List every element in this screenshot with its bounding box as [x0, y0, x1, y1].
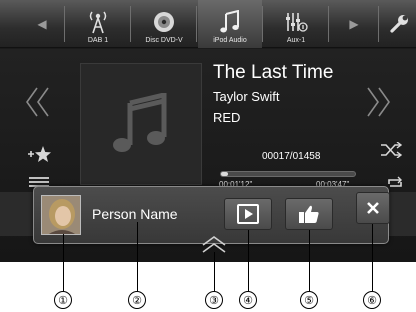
scroll-left-button[interactable]: ◀ [18, 0, 66, 48]
progress-fill [221, 172, 228, 176]
callout-line [214, 252, 215, 291]
divider [328, 6, 329, 42]
track-artist: Taylor Swift [213, 89, 280, 104]
person-name: Person Name [92, 206, 178, 222]
add-favorite-icon [28, 146, 51, 162]
music-note-icon [113, 93, 167, 152]
divider [378, 6, 379, 42]
source-bar: ◀ DAB 1 Disc DVD-V iPod Audio Aux-1 ▶ [0, 0, 416, 48]
music-note-icon [219, 9, 241, 35]
close-icon [367, 202, 379, 214]
source-label: DAB 1 [87, 37, 109, 44]
play-on-app-button[interactable] [224, 198, 272, 230]
track-album: RED [213, 110, 241, 125]
settings-button[interactable] [382, 0, 416, 48]
callout-6: ⑥ [363, 291, 381, 309]
divider [64, 6, 65, 42]
disc-icon [152, 9, 176, 35]
divider [262, 6, 263, 42]
source-label: iPod Audio [213, 37, 247, 44]
close-button[interactable] [356, 192, 390, 224]
chevron-left-icon: ◀ [37, 17, 47, 31]
source-ipod[interactable]: iPod Audio [198, 0, 262, 48]
thumbs-up-icon [299, 205, 319, 223]
callout-2: ② [128, 291, 146, 309]
like-button[interactable] [285, 198, 333, 230]
source-aux[interactable]: Aux-1 [264, 0, 328, 48]
chevron-right-icon: ▶ [349, 17, 359, 31]
album-artwork [80, 63, 202, 185]
head-unit-screen: ◀ DAB 1 Disc DVD-V iPod Audio Aux-1 ▶ Th… [0, 0, 416, 262]
skip-forward-icon [367, 87, 390, 117]
progress-bar[interactable] [220, 171, 356, 177]
callout-3: ③ [205, 291, 223, 309]
source-disc[interactable]: Disc DVD-V [132, 0, 196, 48]
callout-line [248, 230, 249, 291]
callout-line [137, 222, 138, 291]
favorite-button[interactable] [26, 143, 52, 165]
callout-1: ① [54, 291, 72, 309]
callout-4: ④ [239, 291, 257, 309]
track-counter: 00017/01458 [262, 151, 321, 162]
aux-icon [284, 9, 308, 35]
callout-line [309, 230, 310, 291]
divider [130, 6, 131, 42]
shuffle-button[interactable] [378, 139, 404, 161]
next-track-button[interactable] [360, 85, 396, 119]
shuffle-icon [381, 142, 402, 158]
track-title: The Last Time [213, 62, 334, 83]
antenna-icon [87, 9, 109, 35]
callout-line [63, 234, 64, 291]
skip-back-icon [26, 87, 49, 117]
divider [196, 6, 197, 42]
previous-track-button[interactable] [20, 85, 56, 119]
wrench-icon [390, 15, 408, 33]
source-label: Aux-1 [286, 37, 306, 44]
avatar [41, 195, 81, 235]
callout-5: ⑤ [300, 291, 318, 309]
source-label: Disc DVD-V [145, 37, 183, 44]
play-box-icon [237, 204, 259, 224]
scroll-right-button[interactable]: ▶ [334, 0, 374, 48]
callout-line [372, 224, 373, 291]
source-dab[interactable]: DAB 1 [66, 0, 130, 48]
